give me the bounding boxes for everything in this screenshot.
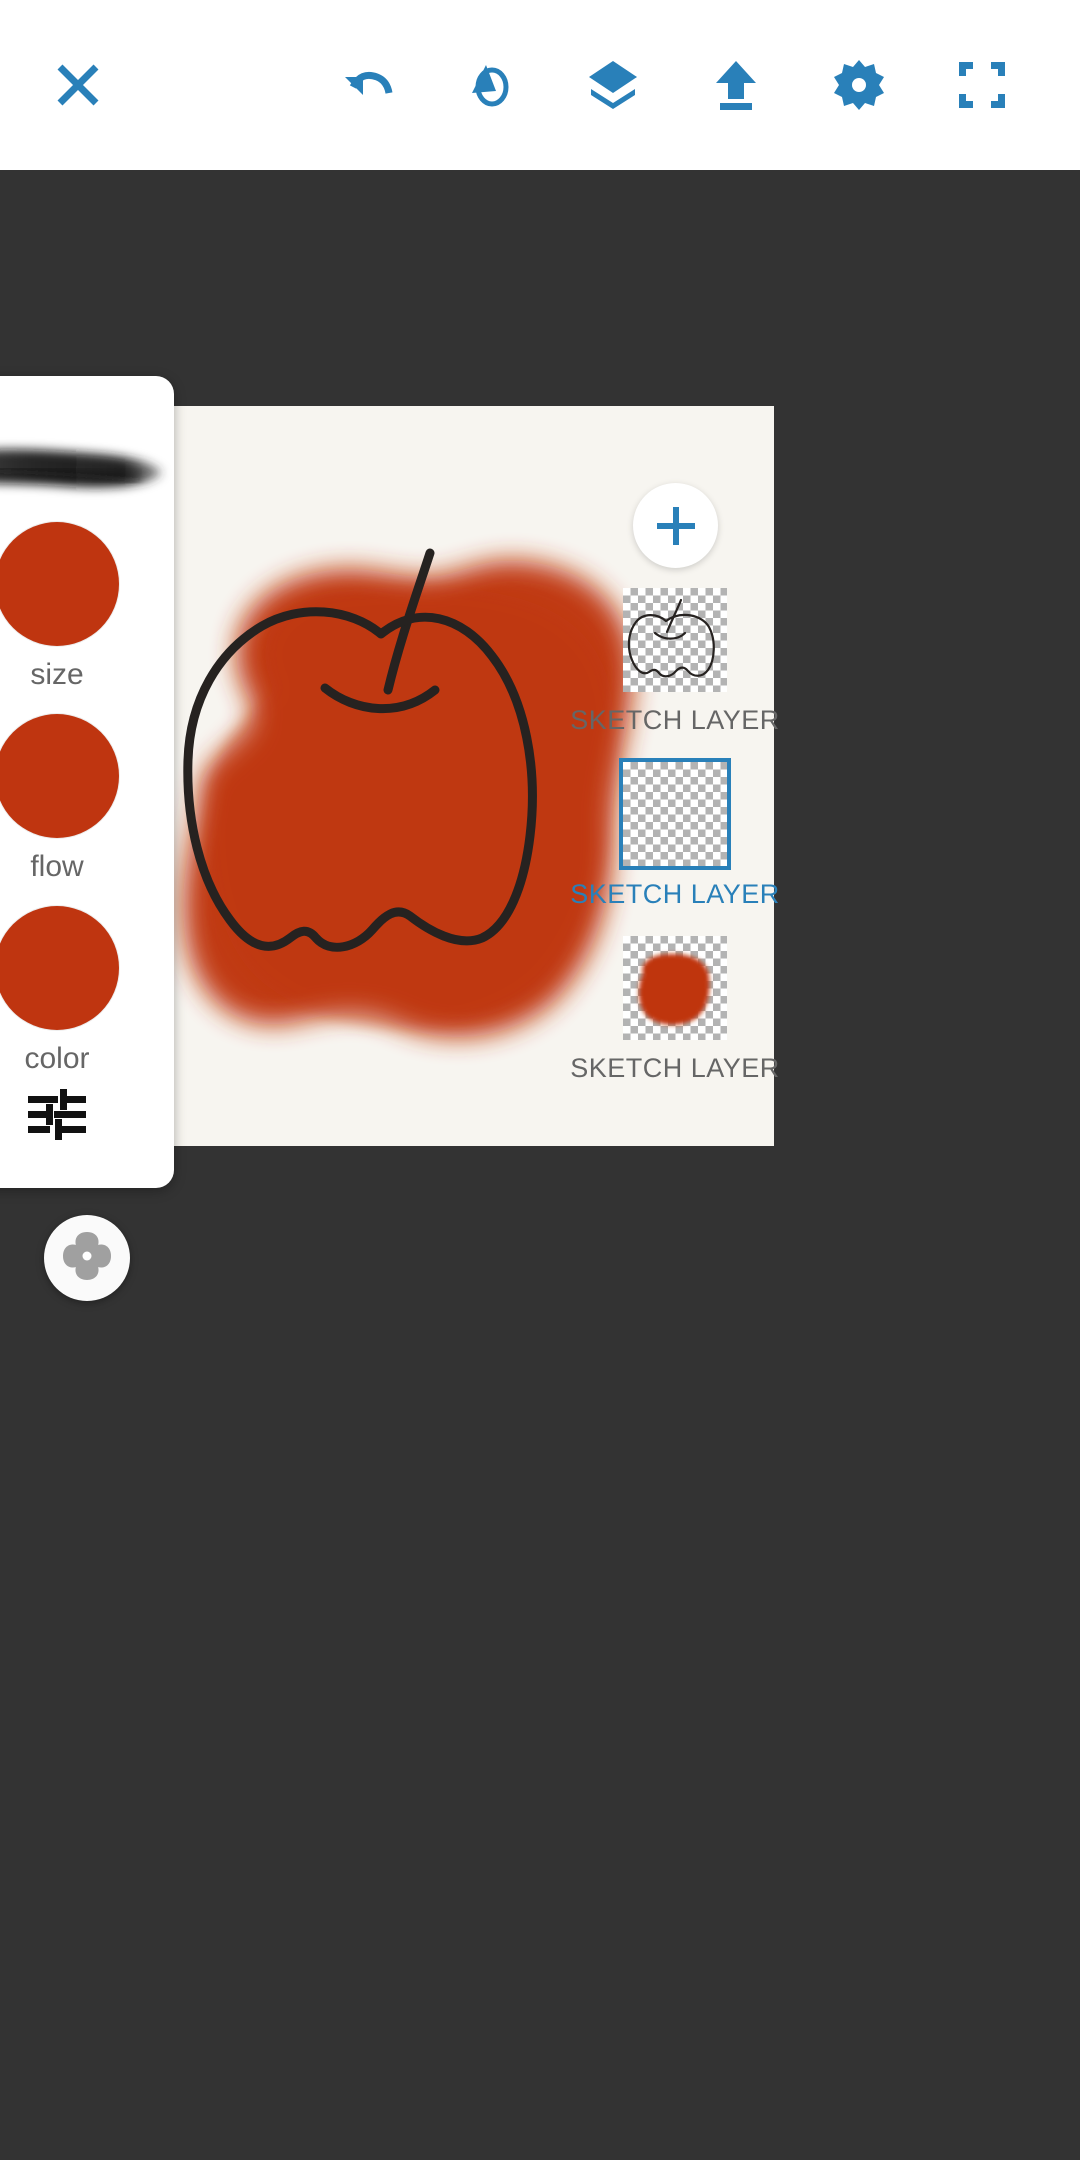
layer-thumbnail-red-blob[interactable] [623, 936, 727, 1040]
brush-tool-panel: size flow color [0, 376, 174, 1188]
fullscreen-icon [955, 58, 1009, 112]
layer-thumbnail-empty-selected[interactable] [619, 758, 731, 870]
top-toolbar [0, 0, 1080, 170]
plus-icon [656, 506, 695, 545]
redo-button[interactable] [453, 48, 527, 122]
flow-label: flow [30, 850, 84, 883]
layer-label: SKETCH LAYER [570, 879, 780, 909]
brush-settings-button[interactable] [0, 1088, 174, 1145]
size-control[interactable]: size [0, 522, 174, 692]
layers-button[interactable] [576, 48, 650, 122]
layer-item[interactable]: SKETCH LAYER [570, 588, 780, 736]
gear-icon [832, 58, 886, 112]
layers-icon [585, 57, 641, 113]
layer-thumbnail-sketch-outline[interactable] [623, 588, 727, 692]
close-button[interactable] [41, 48, 115, 122]
size-swatch[interactable] [0, 522, 119, 646]
layer-item[interactable]: SKETCH LAYER [570, 936, 780, 1084]
fan-brush-icon [59, 1228, 115, 1289]
settings-button[interactable] [822, 48, 896, 122]
brush-button[interactable] [44, 1215, 130, 1301]
layer-label: SKETCH LAYER [570, 1053, 780, 1083]
redo-icon [462, 57, 518, 113]
flow-swatch[interactable] [0, 714, 119, 838]
size-label: size [30, 658, 84, 691]
layer-label: SKETCH LAYER [570, 705, 780, 735]
undo-icon [339, 57, 395, 113]
layers-panel: SKETCH LAYER SKETCH LAYER SKETCH LAYER [560, 588, 790, 1084]
flow-control[interactable]: flow [0, 714, 174, 884]
layer-item[interactable]: SKETCH LAYER [570, 758, 780, 910]
watercolor-stroke-icon [0, 449, 162, 488]
toolbar-actions [330, 0, 1019, 170]
upload-icon [708, 57, 764, 113]
thumb-apple-outline [627, 598, 715, 678]
undo-button[interactable] [330, 48, 404, 122]
close-icon [52, 59, 104, 111]
tune-icon [26, 1088, 88, 1145]
fullscreen-button[interactable] [945, 48, 1019, 122]
color-control[interactable]: color [0, 906, 174, 1076]
thumb-red-blob [638, 953, 710, 1025]
color-label: color [24, 1042, 90, 1075]
brush-stroke-preview [0, 428, 174, 512]
export-button[interactable] [699, 48, 773, 122]
color-swatch[interactable] [0, 906, 119, 1030]
add-layer-button[interactable] [633, 483, 718, 568]
